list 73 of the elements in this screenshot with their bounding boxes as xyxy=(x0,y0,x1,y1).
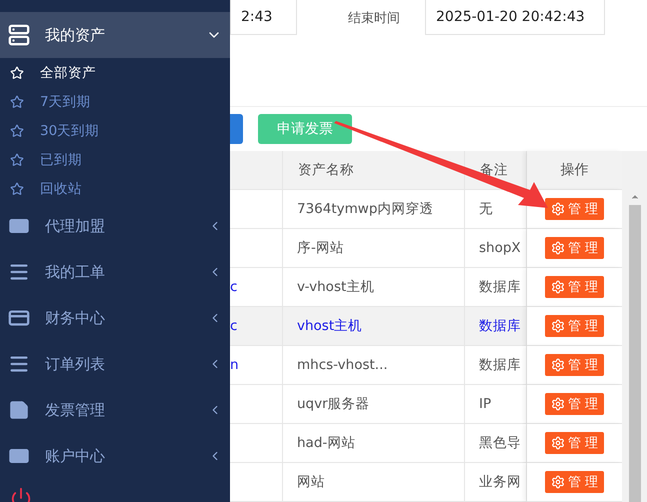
table-cell: uqvr服务器 xyxy=(283,385,465,424)
table-cell: 数据库 xyxy=(465,346,527,385)
menu-group[interactable]: 账户中心 xyxy=(0,433,230,479)
table-cell xyxy=(230,190,283,229)
star-icon xyxy=(10,66,24,80)
manage-button[interactable]: 管 理 xyxy=(544,432,604,454)
table-cell: 网站 xyxy=(283,463,465,502)
star-icon xyxy=(10,182,24,196)
submenu-item[interactable]: 已到期 xyxy=(0,145,230,174)
star-icon xyxy=(10,94,24,108)
manage-button[interactable]: 管 理 xyxy=(544,354,604,376)
gear-icon xyxy=(550,319,565,333)
submenu-item[interactable]: 30天到期 xyxy=(0,116,230,145)
menu-label: 财务中心 xyxy=(45,308,106,328)
table-cell: v-vhost主机 xyxy=(283,268,465,307)
table-cell: 数据库 xyxy=(465,307,527,346)
manage-button[interactable]: 管 理 xyxy=(544,198,604,220)
table-cell: 数据库 xyxy=(465,268,527,307)
table-cell: n xyxy=(230,346,283,385)
menu-label: 我的资产 xyxy=(45,26,106,44)
table-cell: had-网站 xyxy=(283,424,465,463)
end-time-label: 结束时间 xyxy=(348,10,400,27)
start-time-field[interactable]: 2:43 xyxy=(230,0,297,35)
menu-group[interactable]: 我的工单 xyxy=(0,249,230,295)
star-icon xyxy=(10,124,24,138)
end-time-field[interactable]: 2025-01-20 20:42:43 xyxy=(425,0,605,35)
button[interactable] xyxy=(230,114,243,144)
note-icon xyxy=(8,399,30,421)
table-cell: mhcs-vhost... xyxy=(283,346,465,385)
table-cell: c xyxy=(230,307,283,346)
header-cell: 资产名称 xyxy=(283,151,465,190)
table-cell xyxy=(230,424,283,463)
gear-icon xyxy=(550,475,565,489)
menu-label: 订单列表 xyxy=(45,354,106,374)
table-cell: IP xyxy=(465,385,527,424)
menu-label: 代理加盟 xyxy=(45,216,106,236)
menu-group[interactable]: 我的资产 xyxy=(0,12,230,58)
header-cell xyxy=(230,151,283,190)
gear-icon xyxy=(550,358,565,372)
submenu-item[interactable]: 7天到期 xyxy=(0,87,230,116)
scrollbar[interactable] xyxy=(622,151,647,502)
table-cell xyxy=(230,385,283,424)
table-cell: 黑色导 xyxy=(465,424,527,463)
submenu-item[interactable]: 全部资产 xyxy=(0,58,230,87)
manage-button[interactable]: 管 理 xyxy=(544,315,604,337)
manage-button[interactable]: 管 理 xyxy=(544,237,604,259)
menu-group[interactable]: 财务中心 xyxy=(0,295,230,341)
table-cell xyxy=(230,463,283,502)
server-icon xyxy=(8,24,30,46)
table-cell: 序-网站 xyxy=(283,229,465,268)
manage-button[interactable]: 管 理 xyxy=(544,276,604,298)
menu-group[interactable]: 发票管理 xyxy=(0,387,230,433)
table-cell: c xyxy=(230,268,283,307)
manage-button[interactable]: 管 理 xyxy=(544,471,604,493)
gear-icon xyxy=(550,202,565,216)
gear-icon xyxy=(550,397,565,411)
table-cell: 7364tymwp内网穿透 xyxy=(283,190,465,229)
submenu-item[interactable]: 回收站 xyxy=(0,174,230,203)
table-cell: 业务网 xyxy=(465,463,527,502)
gear-icon xyxy=(550,280,565,294)
menu-label: 我的工单 xyxy=(45,262,106,282)
star-icon xyxy=(10,152,24,166)
menu-group[interactable]: 代理加盟 xyxy=(0,203,230,249)
table-cell xyxy=(230,229,283,268)
menu-group[interactable]: 订单列表 xyxy=(0,341,230,387)
menu-label: 账户中心 xyxy=(45,446,106,466)
gear-icon xyxy=(550,241,565,255)
manage-button[interactable]: 管 理 xyxy=(544,393,604,415)
gear-icon xyxy=(550,436,565,450)
table-cell: shopX xyxy=(465,229,527,268)
menu-label: 发票管理 xyxy=(45,400,106,420)
header-cell: 操作 xyxy=(527,151,622,190)
table-cell: vhost主机 xyxy=(283,307,465,346)
